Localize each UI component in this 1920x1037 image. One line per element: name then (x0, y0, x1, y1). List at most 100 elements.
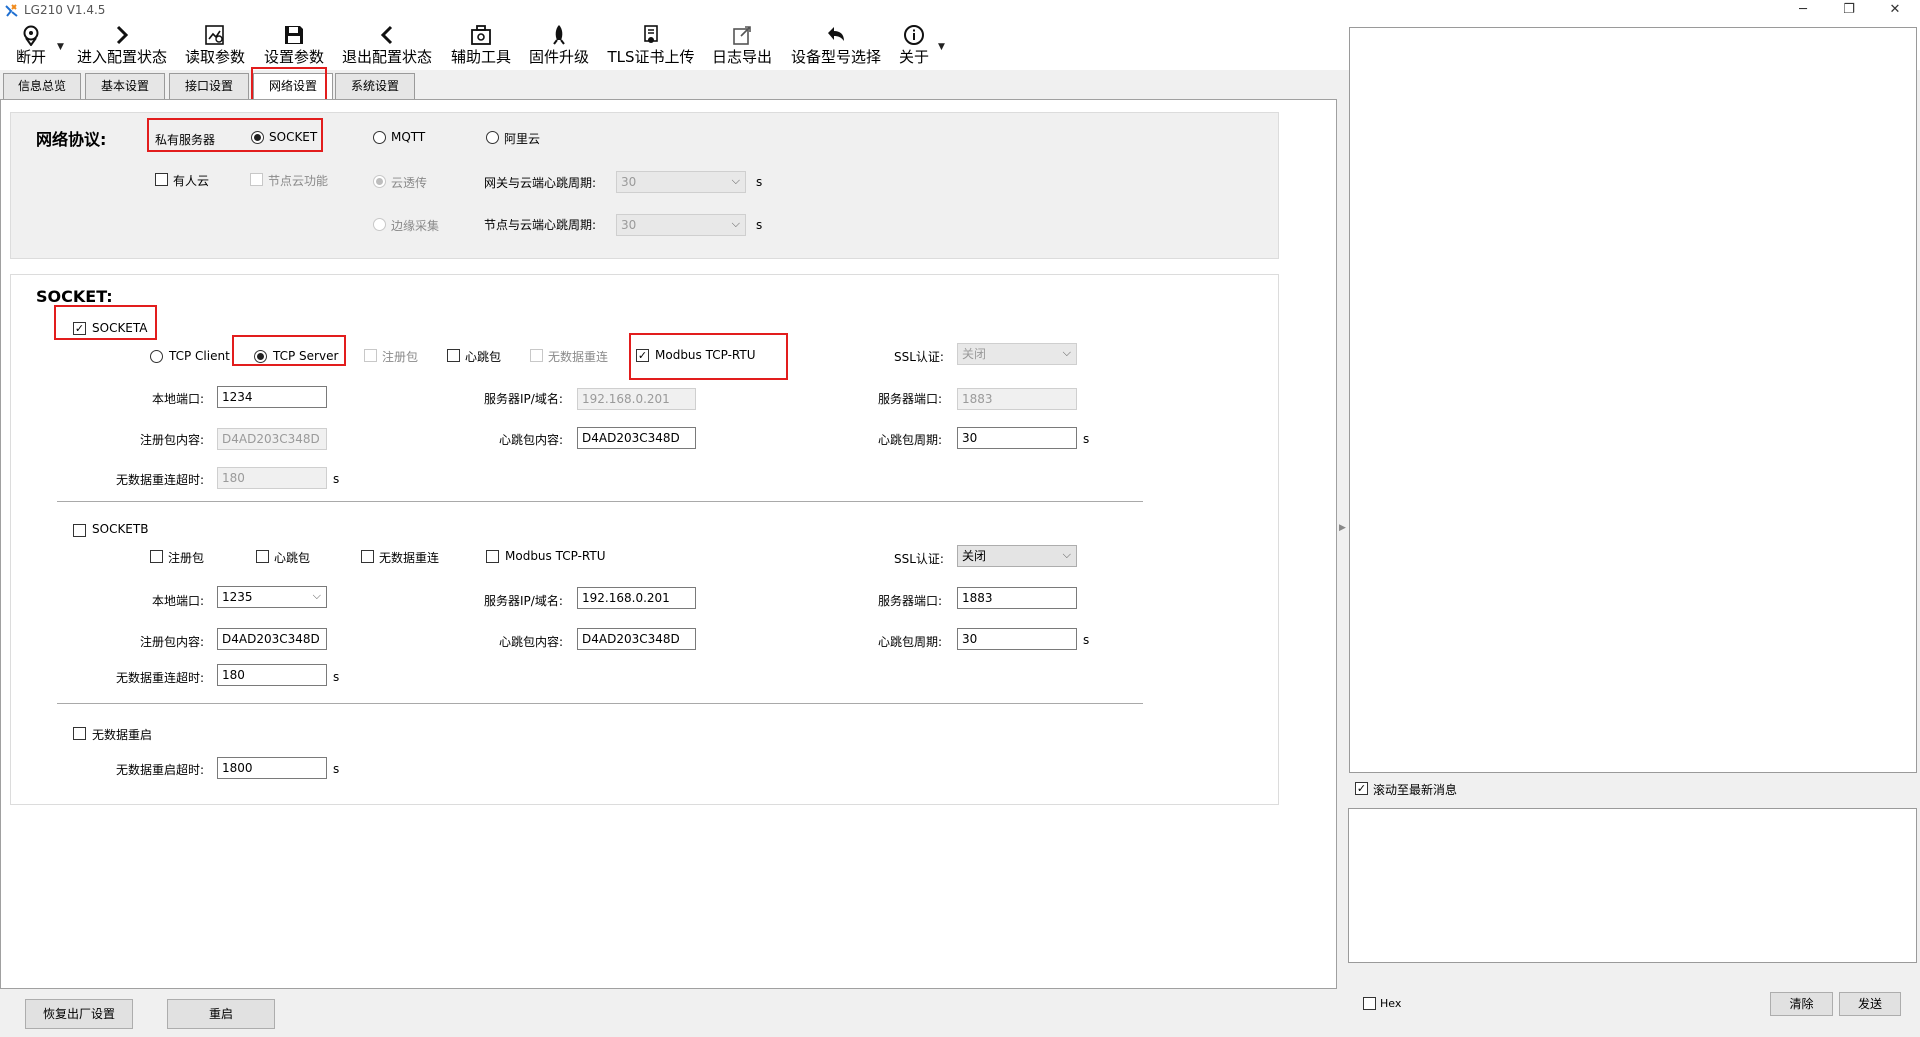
socketb-modbus-checkbox[interactable] (486, 550, 499, 563)
socketa-reconnect-timeout-input[interactable]: 180 (217, 467, 327, 489)
youren-cloud-checkbox[interactable] (155, 173, 168, 186)
socketa-register-content-input[interactable]: D4AD203C348D (217, 428, 327, 450)
restore-button[interactable]: ❐ (1826, 0, 1872, 22)
tcp-client-radio[interactable] (150, 350, 163, 363)
minimize-button[interactable]: ─ (1780, 0, 1826, 22)
socketa-label: SOCKETA (92, 321, 148, 335)
socketa-heartbeat-label: 心跳包 (465, 350, 502, 364)
socketa-server-ip-label: 服务器IP/域名: (484, 392, 563, 406)
socketa-ssl-combo[interactable]: 关闭 ⌵ (957, 343, 1077, 365)
socketb-server-ip-input[interactable]: 192.168.0.201 (577, 587, 696, 609)
set-params-button[interactable]: 设置参数 (259, 22, 329, 70)
socketb-reconnect-timeout-unit: s (333, 670, 340, 684)
tcp-client-label: TCP Client (169, 349, 230, 363)
socketb-ssl-combo[interactable]: 关闭 ⌵ (957, 545, 1077, 567)
enter-config-button[interactable]: 进入配置状态 (72, 22, 172, 70)
cloud-transparent-radio[interactable] (373, 175, 386, 188)
socketb-heartbeat-label: 心跳包 (274, 551, 311, 565)
socketb-heartbeat-period-input[interactable]: 30 (957, 628, 1077, 650)
log-output-area[interactable] (1349, 27, 1917, 773)
save-icon (259, 24, 329, 48)
splitter-arrow-icon: ▶ (1339, 523, 1346, 533)
undo-icon (786, 24, 886, 48)
disconnect-button[interactable]: 断开 (10, 22, 52, 70)
socketa-local-port-input[interactable]: 1234 (217, 386, 327, 408)
read-params-button[interactable]: 读取参数 (182, 22, 248, 70)
hex-checkbox[interactable] (1363, 997, 1376, 1010)
node-cloud-checkbox[interactable] (250, 173, 263, 186)
clear-button[interactable]: 清除 (1770, 992, 1833, 1016)
log-export-button[interactable]: 日志导出 (708, 22, 776, 70)
firmware-upgrade-button[interactable]: 固件升级 (525, 22, 593, 70)
socketb-heartbeat-content-input[interactable]: D4AD203C348D (577, 628, 696, 650)
socket-radio-label: SOCKET (269, 130, 318, 144)
tcp-server-label: TCP Server (273, 349, 339, 363)
socketb-register-content-input[interactable]: D4AD203C348D (217, 628, 327, 650)
rocket-icon (525, 24, 593, 48)
socketa-checkbox[interactable]: ✓ (73, 322, 86, 335)
tab-system-settings[interactable]: 系统设置 (335, 73, 415, 100)
mqtt-radio[interactable] (373, 131, 386, 144)
socketb-local-port-label: 本地端口: (152, 594, 205, 608)
aux-tools-button[interactable]: 辅助工具 (447, 22, 515, 70)
edge-collect-radio[interactable] (373, 218, 386, 231)
socketb-register-checkbox[interactable] (150, 550, 163, 563)
socketa-modbus-checkbox[interactable]: ✓ (636, 349, 649, 362)
scroll-latest-checkbox[interactable]: ✓ (1355, 782, 1368, 795)
socketa-no-data-reconnect-checkbox[interactable] (530, 349, 543, 362)
socketb-heartbeat-checkbox[interactable] (256, 550, 269, 563)
socketb-register-label: 注册包 (168, 551, 205, 565)
socketa-register-checkbox[interactable] (364, 349, 377, 362)
socketa-heartbeat-period-unit: s (1083, 432, 1090, 446)
socketa-heartbeat-checkbox[interactable] (447, 349, 460, 362)
socketb-no-data-reconnect-label: 无数据重连 (379, 551, 440, 565)
tab-interface-settings[interactable]: 接口设置 (169, 73, 249, 100)
about-button[interactable]: 关于 (896, 22, 932, 70)
tls-cert-upload-button[interactable]: TLS证书上传 (603, 22, 699, 70)
cloud-transparent-label: 云透传 (391, 176, 428, 190)
map-pin-icon (10, 24, 52, 48)
tab-basic-settings[interactable]: 基本设置 (85, 73, 165, 100)
socketb-no-data-reconnect-checkbox[interactable] (361, 550, 374, 563)
tcp-server-radio[interactable] (254, 350, 267, 363)
socketb-server-port-input[interactable]: 1883 (957, 587, 1077, 609)
toolbox-icon (447, 24, 515, 48)
no-data-restart-checkbox[interactable] (73, 727, 86, 740)
send-input-area[interactable] (1348, 808, 1917, 963)
socketb-heartbeat-period-unit: s (1083, 633, 1090, 647)
socketa-modbus-label: Modbus TCP-RTU (655, 348, 756, 362)
socketa-heartbeat-period-input[interactable]: 30 (957, 427, 1077, 449)
protocol-header: 网络协议: (36, 130, 107, 149)
disconnect-dropdown-icon[interactable]: ▼ (57, 42, 64, 52)
window-title: LG210 V1.4.5 (24, 3, 106, 17)
socketa-server-port-input[interactable]: 1883 (957, 388, 1077, 410)
socketa-local-port-label: 本地端口: (152, 392, 205, 406)
no-data-restart-timeout-input[interactable]: 1800 (217, 757, 327, 779)
gateway-heartbeat-combo[interactable]: 30 ⌵ (616, 171, 746, 193)
reboot-button[interactable]: 重启 (167, 999, 275, 1029)
node-heartbeat-unit: s (756, 218, 763, 232)
socketb-reconnect-timeout-input[interactable]: 180 (217, 664, 327, 686)
socketa-server-ip-input[interactable]: 192.168.0.201 (577, 388, 696, 410)
factory-reset-button[interactable]: 恢复出厂设置 (25, 999, 133, 1029)
close-button[interactable]: ✕ (1872, 0, 1918, 22)
send-button[interactable]: 发送 (1839, 992, 1901, 1016)
tab-info-overview[interactable]: 信息总览 (3, 73, 81, 100)
socketa-heartbeat-content-input[interactable]: D4AD203C348D (577, 427, 696, 449)
exit-config-button[interactable]: 退出配置状态 (337, 22, 437, 70)
device-model-select-button[interactable]: 设备型号选择 (786, 22, 886, 70)
about-dropdown-icon[interactable]: ▼ (938, 42, 945, 52)
title-bar: LG210 V1.4.5 ─ ❐ ✕ (0, 0, 1920, 22)
socketb-checkbox[interactable] (73, 524, 86, 537)
socket-radio[interactable] (251, 131, 264, 144)
socketa-no-data-reconnect-label: 无数据重连 (548, 350, 609, 364)
no-data-restart-label: 无数据重启 (92, 728, 153, 742)
chevron-down-icon: ⌵ (1062, 346, 1071, 359)
node-heartbeat-combo[interactable]: 30 ⌵ (616, 214, 746, 236)
scroll-latest-label: 滚动至最新消息 (1373, 783, 1458, 797)
aliyun-radio[interactable] (486, 131, 499, 144)
app-logo-icon (5, 4, 18, 17)
highlight-network-tab (251, 67, 327, 102)
socketb-local-port-combo[interactable]: 1235 ⌵ (217, 586, 327, 608)
socket-header: SOCKET: (36, 287, 113, 306)
